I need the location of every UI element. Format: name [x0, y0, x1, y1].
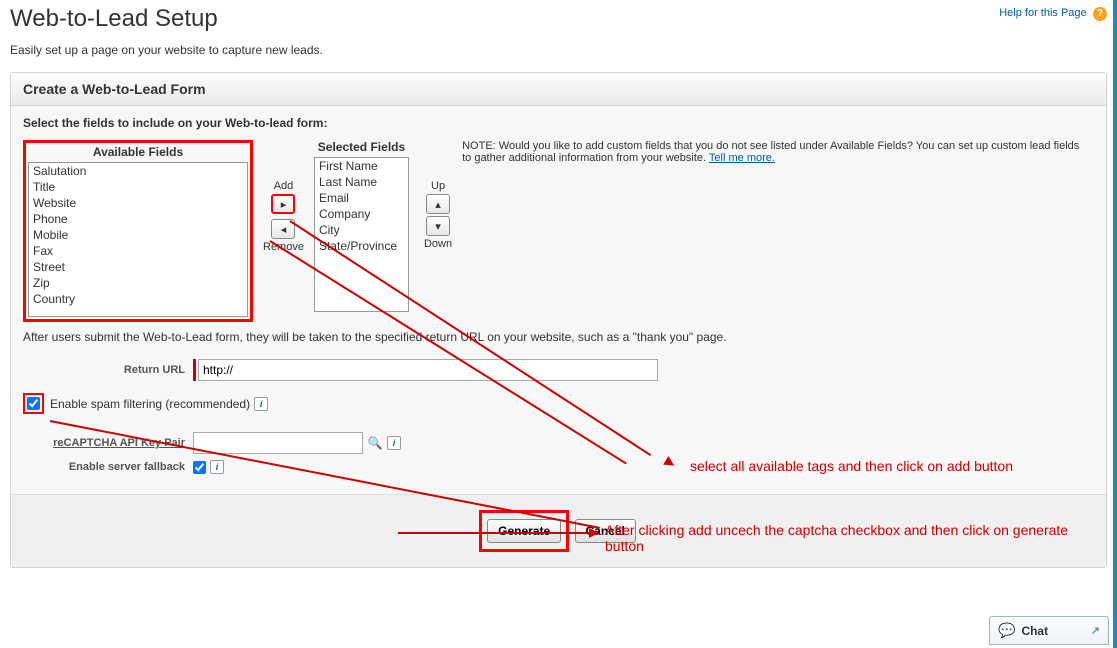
down-label: Down — [424, 238, 452, 250]
recaptcha-input[interactable] — [193, 432, 363, 454]
info-icon[interactable]: i — [210, 460, 224, 474]
list-item[interactable]: City — [315, 222, 408, 238]
page-title: Web-to-Lead Setup — [10, 5, 218, 33]
return-url-input[interactable] — [198, 359, 658, 381]
expand-icon[interactable]: ↗ — [1091, 624, 1100, 637]
create-form-panel: Create a Web-to-Lead Form Select the fie… — [10, 72, 1107, 568]
fallback-label: Enable server fallback — [23, 461, 193, 473]
return-url-label: Return URL — [23, 364, 193, 376]
annotation-text-top: select all available tags and then click… — [690, 458, 1013, 474]
instruction-text: Select the fields to include on your Web… — [23, 116, 1094, 130]
available-fields-heading: Available Fields — [28, 145, 248, 159]
available-fields-listbox[interactable]: SalutationTitleWebsitePhoneMobileFaxStre… — [28, 162, 248, 317]
add-label: Add — [274, 180, 294, 192]
help-icon[interactable]: ? — [1093, 7, 1107, 21]
caret-down-icon: ▾ — [435, 220, 441, 233]
spam-filtering-checkbox[interactable] — [27, 397, 40, 410]
add-button[interactable]: ▸ — [271, 194, 295, 214]
move-up-button[interactable]: ▴ — [426, 194, 450, 214]
annotation-arrow — [398, 532, 598, 534]
caret-up-icon: ▴ — [435, 198, 441, 211]
chevron-left-icon: ◂ — [281, 223, 287, 236]
after-submit-text: After users submit the Web-to-Lead form,… — [23, 330, 1094, 344]
chevron-right-icon: ▸ — [281, 198, 287, 211]
list-item[interactable]: Street — [29, 259, 247, 275]
list-item[interactable]: Website — [29, 195, 247, 211]
list-item[interactable]: Salutation — [29, 163, 247, 179]
list-item[interactable]: Country — [29, 291, 247, 307]
generate-button[interactable]: Generate — [487, 519, 561, 543]
up-label: Up — [431, 180, 445, 192]
list-item[interactable]: Title — [29, 179, 247, 195]
list-item[interactable]: Email — [315, 190, 408, 206]
fallback-checkbox[interactable] — [193, 461, 206, 474]
list-item[interactable]: Last Name — [315, 174, 408, 190]
page-description: Easily set up a page on your website to … — [0, 38, 1117, 72]
lookup-icon[interactable]: 🔍 — [367, 435, 383, 451]
chat-widget[interactable]: 💬 Chat ↗ — [989, 616, 1109, 645]
note-text: NOTE: Would you like to add custom field… — [462, 140, 1082, 164]
info-icon[interactable]: i — [387, 436, 401, 450]
required-indicator — [193, 359, 196, 381]
chat-bubble-icon: 💬 — [998, 622, 1015, 639]
panel-heading: Create a Web-to-Lead Form — [11, 73, 1106, 106]
info-icon[interactable]: i — [254, 397, 268, 411]
selected-fields-heading: Selected Fields — [314, 140, 409, 154]
spam-filtering-label: Enable spam filtering (recommended) — [50, 397, 250, 411]
right-border — [1113, 0, 1117, 648]
tell-me-more-link[interactable]: Tell me more. — [709, 152, 775, 164]
list-item[interactable]: Zip — [29, 275, 247, 291]
chat-label: Chat — [1021, 624, 1048, 638]
list-item[interactable]: First Name — [315, 158, 408, 174]
list-item[interactable]: Fax — [29, 243, 247, 259]
list-item[interactable]: Phone — [29, 211, 247, 227]
list-item[interactable]: Company — [315, 206, 408, 222]
arrow-head-icon — [589, 528, 599, 538]
list-item[interactable]: Mobile — [29, 227, 247, 243]
help-link[interactable]: Help for this Page — [999, 7, 1086, 19]
move-down-button[interactable]: ▾ — [426, 216, 450, 236]
annotation-text-bottom: After clicking add uncech the captcha ch… — [605, 522, 1075, 554]
